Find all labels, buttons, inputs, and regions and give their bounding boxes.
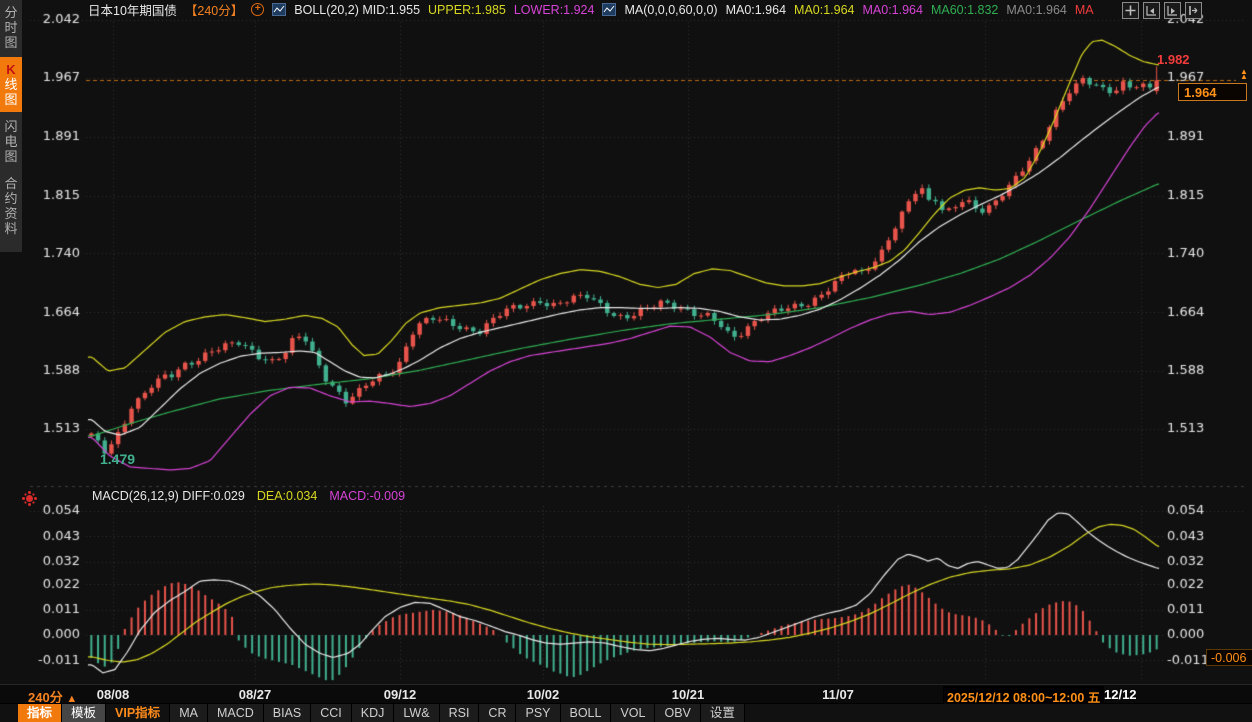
toolbar-button-PSY[interactable]: PSY — [516, 704, 560, 722]
macd-params-label: MACD(26,12,9) DIFF:0.029 — [92, 489, 245, 503]
date-tick-10/02: 10/02 — [527, 687, 560, 702]
ma0-yellow-value: MA0:1.964 — [794, 3, 854, 17]
macd-value: MACD:-0.009 — [329, 489, 405, 503]
date-tick-08/27: 08/27 — [239, 687, 272, 702]
session-low-label: 1.479 — [100, 451, 135, 467]
toolbar-button-MA[interactable]: MA — [170, 704, 208, 722]
seek-latest-icon[interactable]: ▲▲ — [1238, 69, 1250, 79]
toolbar-button-模板[interactable]: 模板 — [62, 704, 106, 722]
ma60-green-value: MA60:1.832 — [931, 3, 998, 17]
toolbar-button-LW&[interactable]: LW& — [394, 704, 439, 722]
ma-indicator-icon[interactable] — [602, 3, 616, 16]
instrument-name: 日本10年期国债 — [88, 0, 177, 19]
zoom-out-icon[interactable] — [1143, 2, 1160, 19]
crosshair-icon[interactable] — [1122, 2, 1139, 19]
sidebar-tab-K线图[interactable]: K线图 — [0, 57, 22, 112]
boll-lower-value: LOWER:1.924 — [514, 3, 595, 17]
macd-header: MACD(26,12,9) DIFF:0.029 DEA:0.034 MACD:… — [92, 489, 405, 503]
period-label[interactable]: 【240分】 — [185, 0, 243, 19]
toolbar-button-VOL[interactable]: VOL — [611, 704, 655, 722]
macd-last-badge: -0.006 — [1206, 649, 1252, 666]
last-date-label: 12/12 — [1104, 687, 1137, 702]
toolbar-button-CCI[interactable]: CCI — [311, 704, 352, 722]
chart-toolbar-icons — [1122, 2, 1202, 19]
toolbar: 指标模板VIP指标MAMACDBIASCCIKDJLW&RSICRPSYBOLL… — [0, 703, 1252, 722]
toolbar-button-设置[interactable]: 设置 — [701, 704, 745, 722]
boll-label: BOLL(20,2) MID:1.955 — [294, 3, 420, 17]
price-chart-canvas[interactable] — [0, 0, 1252, 722]
date-tick-08/08: 08/08 — [97, 687, 130, 702]
toolbar-button-RSI[interactable]: RSI — [440, 704, 480, 722]
toolbar-button-指标[interactable]: 指标 — [18, 704, 62, 722]
toolbar-button-KDJ[interactable]: KDJ — [352, 704, 395, 722]
sidebar-tab-合约资料[interactable]: 合约资料 — [0, 171, 22, 241]
date-tick-10/21: 10/21 — [672, 687, 705, 702]
ma-label: MA(0,0,0,60,0,0) — [624, 3, 717, 17]
sidebar: 分时图K线图闪电图合约资料 — [0, 0, 22, 252]
macd-dea-value: DEA:0.034 — [257, 489, 317, 503]
pan-right-icon[interactable] — [1185, 2, 1202, 19]
toolbar-button-CR[interactable]: CR — [479, 704, 516, 722]
toolbar-button-BOLL[interactable]: BOLL — [561, 704, 612, 722]
ma0-gray-value: MA0:1.964 — [1006, 3, 1066, 17]
sidebar-tab-分时图[interactable]: 分时图 — [0, 0, 22, 55]
last-price-badge: 1.964 — [1178, 83, 1247, 101]
circled-plus-icon[interactable]: + — [251, 3, 264, 16]
toolbar-button-BIAS[interactable]: BIAS — [264, 704, 312, 722]
ma-red-label: MA — [1075, 3, 1094, 17]
date-tick-09/12: 09/12 — [384, 687, 417, 702]
time-axis: 240分 ▲ 08/0808/2709/1210/0210/2111/07 20… — [0, 684, 1252, 704]
ma0-white-value: MA0:1.964 — [726, 3, 786, 17]
ma0-magenta-value: MA0:1.964 — [863, 3, 923, 17]
sidebar-tab-闪电图[interactable]: 闪电图 — [0, 114, 22, 169]
boll-indicator-icon[interactable] — [272, 3, 286, 16]
chart-header: 日本10年期国债 【240分】 + BOLL(20,2) MID:1.955 U… — [22, 0, 1252, 19]
zoom-in-icon[interactable] — [1164, 2, 1181, 19]
toolbar-button-MACD[interactable]: MACD — [208, 704, 264, 722]
trading-app-window: 日本10年期国债 【240分】 + BOLL(20,2) MID:1.955 U… — [0, 0, 1252, 722]
boll-upper-value: UPPER:1.985 — [428, 3, 506, 17]
session-high-label: 1.982 — [1157, 52, 1190, 67]
macd-panel-toggle-icon[interactable] — [26, 495, 33, 502]
date-tick-11/07: 11/07 — [822, 687, 854, 702]
toolbar-button-OBV[interactable]: OBV — [655, 704, 700, 722]
toolbar-button-VIP指标[interactable]: VIP指标 — [106, 704, 170, 722]
